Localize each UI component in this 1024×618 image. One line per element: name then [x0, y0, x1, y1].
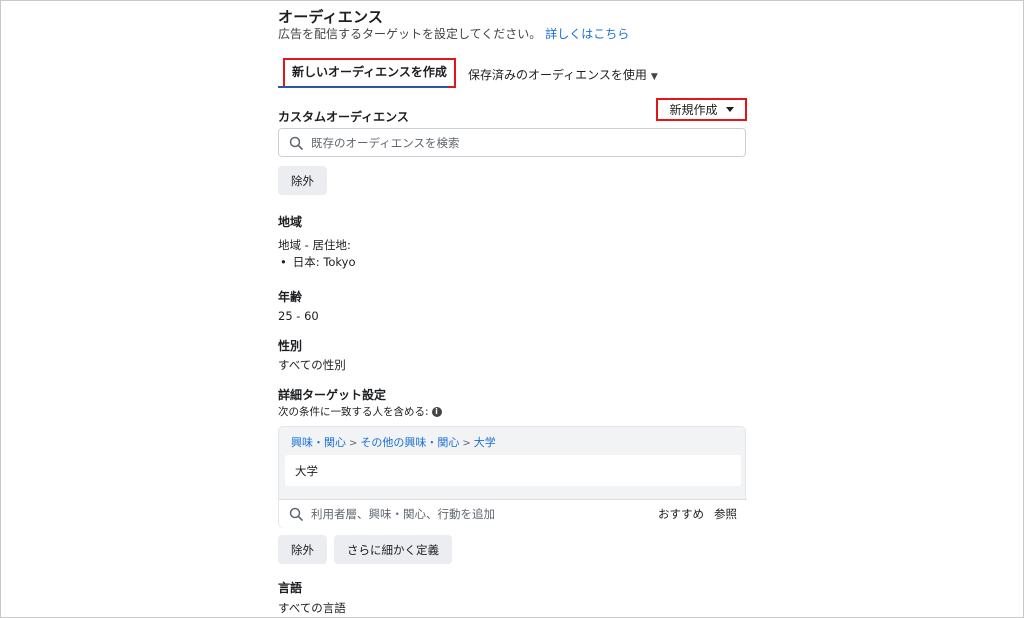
create-new-label: 新規作成 — [669, 103, 718, 117]
selected-targeting-item[interactable]: 大学 — [285, 455, 741, 486]
detailed-targeting-label: 詳細ターゲット設定 — [278, 388, 387, 402]
age-value: 25 - 60 — [278, 309, 319, 323]
tab-create-new-audience[interactable]: 新しいオーディエンスを作成 — [283, 58, 456, 88]
tab-saved-audience-label: 保存済みのオーディエンスを使用 — [468, 68, 647, 82]
bullet-icon: • — [280, 255, 287, 269]
section-subtitle: 広告を配信するターゲットを設定してください。 詳しくはこちら — [278, 25, 629, 42]
info-icon[interactable]: i — [431, 407, 442, 417]
breadcrumb-separator: > — [462, 438, 471, 449]
detailed-targeting-description: 次の条件に一致する人を含める: i — [278, 404, 442, 419]
breadcrumb-item-other-interests[interactable]: その他の興味・関心 — [360, 436, 459, 449]
subtitle-text: 広告を配信するターゲットを設定してください。 — [278, 27, 542, 41]
detailed-targeting-exclude-button[interactable]: 除外 — [278, 535, 327, 564]
detailed-targeting-search-input[interactable] — [311, 507, 658, 521]
browse-link[interactable]: 参照 — [714, 506, 737, 522]
dropdown-arrow-icon — [725, 107, 734, 112]
detailed-targeting-box: 興味・関心>その他の興味・関心>大学 大学 おすすめ 参照 — [278, 426, 747, 528]
custom-audience-search[interactable] — [278, 128, 746, 157]
breadcrumb-separator: > — [349, 438, 358, 449]
custom-audience-label: カスタムオーディエンス — [278, 110, 409, 124]
active-tab-indicator — [278, 86, 448, 88]
suggestions-link[interactable]: おすすめ — [658, 506, 704, 522]
gender-value: すべての性別 — [278, 358, 346, 372]
detailed-targeting-search[interactable]: おすすめ 参照 — [279, 499, 747, 528]
custom-audience-search-input[interactable] — [311, 135, 745, 150]
region-value: 日本: Tokyo — [292, 255, 356, 269]
search-icon — [289, 507, 303, 521]
create-new-dropdown-button[interactable]: 新規作成 — [656, 98, 747, 121]
breadcrumb: 興味・関心 > その他の興味・関心 > 大学 — [291, 434, 496, 450]
language-label: 言語 — [278, 581, 303, 595]
region-list-item: • 日本: Tokyo — [278, 254, 356, 270]
custom-audience-exclude-button[interactable]: 除外 — [278, 166, 327, 195]
breadcrumb-item-university[interactable]: 大学 — [474, 436, 496, 449]
language-value: すべての言語 — [278, 601, 346, 615]
search-icon — [289, 136, 303, 150]
details-link[interactable]: 詳しくはこちら — [545, 27, 629, 41]
detailed-targeting-description-text: 次の条件に一致する人を含める: — [278, 406, 429, 418]
gender-label: 性別 — [278, 339, 303, 353]
narrow-audience-button[interactable]: さらに細かく定義 — [334, 535, 452, 564]
region-sub-label: 地域 - 居住地: — [278, 238, 351, 252]
section-title: オーディエンス — [278, 8, 384, 26]
region-label: 地域 — [278, 215, 303, 229]
breadcrumb-item-interests[interactable]: 興味・関心 — [291, 436, 346, 449]
age-label: 年齢 — [278, 290, 303, 304]
caret-down-icon: ▼ — [650, 72, 658, 82]
tab-saved-audience[interactable]: 保存済みのオーディエンスを使用 ▼ — [468, 66, 658, 83]
